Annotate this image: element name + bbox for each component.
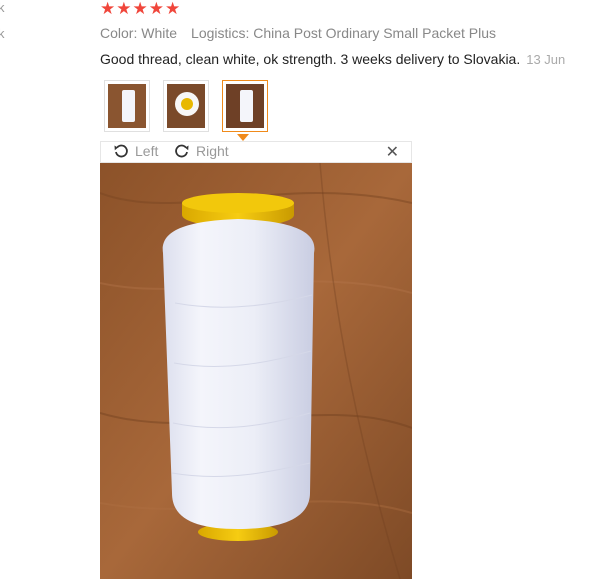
star-icon: ★	[100, 0, 116, 18]
cut-off-text: k	[0, 0, 5, 15]
thread-spool-tall-thumbnail[interactable]	[222, 80, 268, 132]
logistics-label: Logistics: China Post Ordinary Small Pac…	[191, 25, 497, 41]
rotate-right-icon	[175, 144, 189, 158]
review-page: k k ★ ★ ★ ★ ★ Color: White Logistics: Chi…	[0, 0, 602, 586]
review-date: 13 Jun	[526, 52, 566, 67]
rotate-right-label: Right	[196, 143, 229, 159]
rotate-left-label: Left	[135, 143, 159, 159]
image-viewer-toolbar: Left Right ✕	[100, 141, 412, 163]
star-icon: ★	[116, 0, 132, 18]
review-photo	[100, 163, 412, 579]
color-label: Color: White	[100, 25, 178, 41]
rotate-left-button[interactable]: Left	[113, 143, 158, 159]
review-meta: Color: White Logistics: China Post Ordina…	[100, 25, 496, 41]
review-text: Good thread, clean white, ok strength. 3…	[100, 51, 521, 67]
rotate-right-button[interactable]: Right	[174, 143, 229, 159]
cut-off-text: k	[0, 26, 5, 41]
rotate-left-icon	[114, 144, 128, 158]
active-thumbnail-pointer-icon	[237, 134, 249, 141]
star-icon: ★	[148, 0, 164, 18]
thread-spool-top-thumbnail[interactable]	[163, 80, 209, 132]
thread-spool-photo	[100, 163, 412, 579]
photo-thumbnails	[104, 80, 268, 132]
star-rating: ★ ★ ★ ★ ★	[100, 0, 180, 18]
thread-spool-side-thumbnail[interactable]	[104, 80, 150, 132]
star-icon: ★	[132, 0, 148, 18]
close-icon[interactable]: ✕	[386, 143, 399, 163]
review-body: Good thread, clean white, ok strength. 3…	[100, 51, 565, 67]
star-icon: ★	[165, 0, 181, 18]
